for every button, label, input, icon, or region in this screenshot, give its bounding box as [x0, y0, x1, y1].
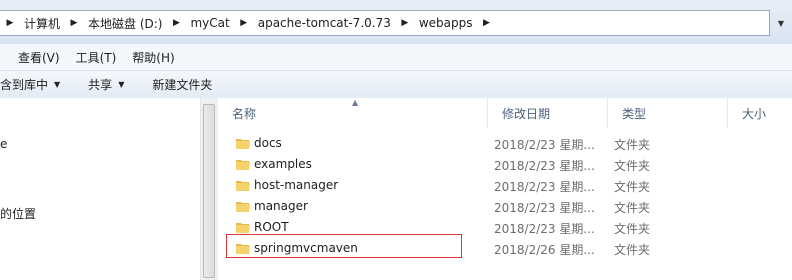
annotation-highlight-box [226, 234, 462, 258]
folder-icon [236, 202, 250, 212]
share-label: 共享 [88, 78, 113, 92]
menu-view[interactable]: 查看(V) [0, 49, 68, 66]
folder-icon [236, 181, 250, 191]
column-size-label: 大小 [742, 106, 767, 121]
new-folder-button[interactable]: 新建文件夹 [138, 76, 226, 93]
chevron-right-icon[interactable]: ▶ [64, 18, 84, 28]
chevron-right-icon[interactable]: ▶ [0, 18, 20, 28]
include-in-library-label: 含到库中 [0, 78, 49, 92]
navigation-scrollbar[interactable] [200, 98, 218, 280]
file-type: 文件夹 [614, 159, 651, 173]
chevron-down-icon: ▼ [118, 80, 125, 89]
column-type-label: 类型 [622, 106, 647, 121]
breadcrumb-apache-tomcat[interactable]: apache-tomcat-7.0.73 [254, 16, 395, 30]
file-modified: 2018/2/23 星期... [494, 159, 595, 173]
navigation-pane: e 的位置 [0, 98, 200, 280]
address-dropdown-icon[interactable]: ▼ [770, 10, 792, 36]
breadcrumb-webapps[interactable]: webapps [415, 16, 477, 30]
file-modified: 2018/2/23 星期... [494, 180, 595, 194]
share-button[interactable]: 共享 ▼ [74, 76, 138, 93]
breadcrumb: ▶ 计算机 ▶ 本地磁盘 (D:) ▶ myCat ▶ apache-tomca… [0, 11, 497, 35]
file-row-manager[interactable]: manager 2018/2/23 星期... 文件夹 [228, 196, 788, 217]
nav-item-partial[interactable]: e [0, 137, 7, 151]
sort-ascending-icon: ▲ [352, 98, 359, 107]
file-name: ROOT [254, 220, 289, 234]
column-header-size[interactable]: 大小 [728, 98, 792, 128]
file-type: 文件夹 [614, 243, 651, 257]
file-name: docs [254, 136, 282, 150]
folder-icon [236, 160, 250, 170]
file-name: examples [254, 157, 312, 171]
command-bar: 含到库中 ▼ 共享 ▼ 新建文件夹 [0, 71, 792, 99]
file-type: 文件夹 [614, 138, 651, 152]
chevron-down-icon: ▼ [54, 80, 61, 89]
folder-icon [236, 139, 250, 149]
file-name: manager [254, 199, 308, 213]
column-modified-label: 修改日期 [502, 106, 551, 121]
menu-help[interactable]: 帮助(H) [124, 49, 182, 66]
breadcrumb-local-disk-d[interactable]: 本地磁盘 (D:) [84, 15, 166, 32]
scrollbar-thumb[interactable] [203, 104, 215, 278]
address-bar[interactable]: ▶ 计算机 ▶ 本地磁盘 (D:) ▶ myCat ▶ apache-tomca… [0, 10, 770, 36]
column-header-name[interactable]: 名称 ▲ [218, 98, 488, 128]
file-row-host-manager[interactable]: host-manager 2018/2/23 星期... 文件夹 [228, 175, 788, 196]
new-folder-label: 新建文件夹 [152, 78, 213, 92]
chevron-right-icon[interactable]: ▶ [234, 18, 254, 28]
column-header-modified[interactable]: 修改日期 [488, 98, 608, 128]
file-modified: 2018/2/26 星期... [494, 243, 595, 257]
file-modified: 2018/2/23 星期... [494, 201, 595, 215]
file-type: 文件夹 [614, 222, 651, 236]
file-modified: 2018/2/23 星期... [494, 222, 595, 236]
address-bar-area: ▶ 计算机 ▶ 本地磁盘 (D:) ▶ myCat ▶ apache-tomca… [0, 0, 792, 44]
column-header-type[interactable]: 类型 [608, 98, 728, 128]
file-name: host-manager [254, 178, 339, 192]
menu-tools[interactable]: 工具(T) [68, 49, 125, 66]
include-in-library-button[interactable]: 含到库中 ▼ [0, 76, 74, 93]
chevron-right-icon[interactable]: ▶ [395, 18, 415, 28]
column-name-label: 名称 [232, 106, 257, 121]
file-type: 文件夹 [614, 180, 651, 194]
file-row-docs[interactable]: docs 2018/2/23 星期... 文件夹 [228, 133, 788, 154]
breadcrumb-computer[interactable]: 计算机 [20, 15, 64, 32]
chevron-right-icon[interactable]: ▶ [477, 18, 497, 28]
file-row-examples[interactable]: examples 2018/2/23 星期... 文件夹 [228, 154, 788, 175]
menu-bar: 查看(V) 工具(T) 帮助(H) [0, 44, 792, 71]
chevron-right-icon[interactable]: ▶ [166, 18, 186, 28]
folder-icon [236, 223, 250, 233]
breadcrumb-mycat[interactable]: myCat [186, 16, 233, 30]
file-modified: 2018/2/23 星期... [494, 138, 595, 152]
nav-item-recent-places[interactable]: 的位置 [0, 205, 36, 222]
file-type: 文件夹 [614, 201, 651, 215]
